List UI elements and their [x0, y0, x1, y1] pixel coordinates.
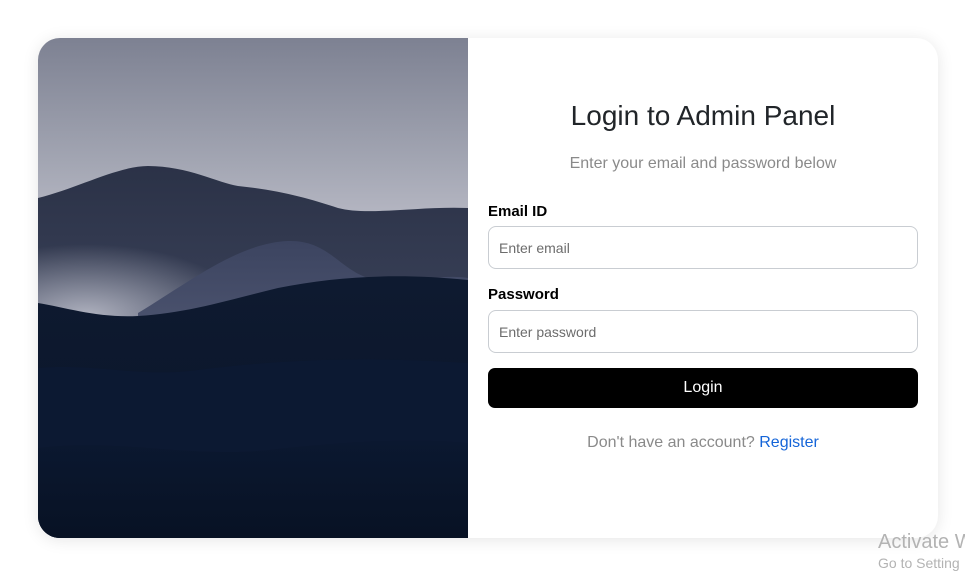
password-field[interactable] [488, 310, 918, 353]
watermark-line-1: Activate W [878, 531, 965, 553]
email-label: Email ID [488, 203, 548, 220]
hero-image [38, 38, 468, 538]
login-card: Login to Admin Panel Enter your email an… [38, 38, 938, 538]
register-prompt: Don't have an account? Register [488, 434, 918, 452]
activation-watermark: Activate W Go to Setting [878, 530, 965, 572]
login-form-panel: Login to Admin Panel Enter your email an… [468, 38, 938, 538]
page-subtitle: Enter your email and password below [569, 155, 837, 172]
password-label: Password [488, 286, 559, 303]
watermark-line-2: Go to Setting [878, 555, 960, 571]
email-field[interactable] [488, 226, 918, 269]
login-button[interactable]: Login [488, 368, 918, 408]
register-prompt-text: Don't have an account? [587, 434, 760, 451]
page-title: Login to Admin Panel [570, 100, 836, 131]
mountain-landscape-image [38, 38, 468, 538]
register-link[interactable]: Register [759, 434, 819, 451]
